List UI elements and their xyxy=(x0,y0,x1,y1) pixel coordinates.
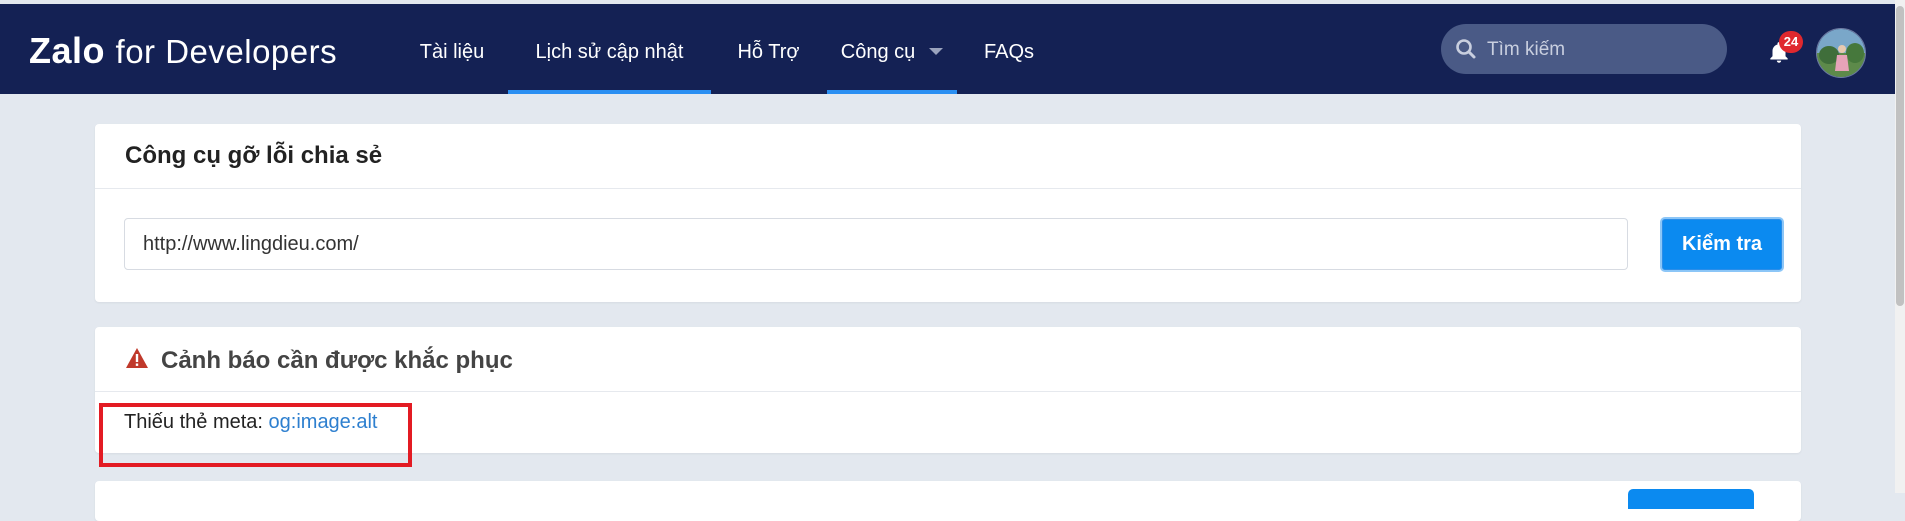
url-input[interactable] xyxy=(124,218,1628,270)
page-title: Công cụ gỡ lỗi chia sẻ xyxy=(125,142,383,169)
search-icon xyxy=(1455,38,1477,65)
nav-label: Lịch sử cập nhật xyxy=(535,41,684,63)
card-header: Công cụ gỡ lỗi chia sẻ xyxy=(95,124,1801,189)
nav-tai-lieu[interactable]: Tài liệu xyxy=(400,4,504,94)
check-button[interactable]: Kiểm tra xyxy=(1660,217,1784,272)
search-box[interactable] xyxy=(1441,24,1727,76)
nav-ho-tro[interactable]: Hỗ Trợ xyxy=(721,4,816,94)
top-navigation-bar: Zalo for Developers Tài liệu Lịch sử cập… xyxy=(0,4,1895,94)
nav-lich-su-cap-nhat[interactable]: Lịch sử cập nhật xyxy=(508,4,711,94)
notification-badge: 24 xyxy=(1779,31,1803,53)
logo-suffix: for Developers xyxy=(115,33,338,70)
nav-label: Hỗ Trợ xyxy=(737,41,800,63)
scrollbar-thumb[interactable] xyxy=(1896,6,1904,306)
nav-faqs[interactable]: FAQs xyxy=(964,4,1054,94)
search-input[interactable] xyxy=(1485,24,1719,76)
page-scrollbar[interactable] xyxy=(1895,0,1905,493)
user-avatar[interactable] xyxy=(1816,28,1866,78)
next-card-button[interactable] xyxy=(1628,489,1754,509)
chevron-down-icon xyxy=(929,48,944,55)
nav-cong-cu[interactable]: Công cụ xyxy=(827,4,957,94)
share-debugger-card: Công cụ gỡ lỗi chia sẻ Kiểm tra xyxy=(95,124,1801,302)
next-card xyxy=(95,481,1801,521)
highlight-box xyxy=(99,403,412,467)
site-logo[interactable]: Zalo for Developers xyxy=(29,30,337,72)
warning-triangle-icon xyxy=(125,347,149,374)
nav-label: Tài liệu xyxy=(419,41,485,63)
nav-label: Công cụ xyxy=(840,41,916,63)
logo-brand: Zalo xyxy=(29,30,106,71)
warnings-title: Cảnh báo cần được khắc phục xyxy=(161,347,513,374)
nav-label: FAQs xyxy=(983,41,1034,63)
card-header: Cảnh báo cần được khắc phục xyxy=(95,327,1801,392)
